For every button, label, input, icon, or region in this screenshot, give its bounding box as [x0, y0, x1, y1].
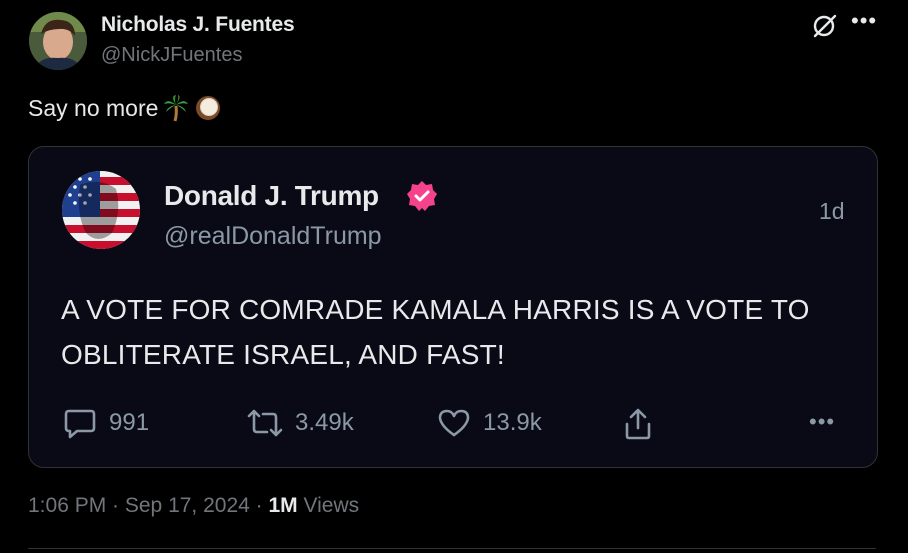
share-icon — [625, 408, 651, 440]
author-name[interactable]: Nicholas J. Fuentes — [101, 13, 295, 37]
author-handle[interactable]: @NickJFuentes — [101, 44, 242, 67]
palm-tree-icon — [162, 94, 190, 122]
quoted-author-avatar[interactable] — [62, 171, 140, 249]
heart-icon — [438, 409, 470, 437]
share-button[interactable] — [623, 407, 653, 441]
repost-button[interactable]: 3.49k — [247, 407, 354, 439]
quoted-post-text: A VOTE FOR COMRADE KAMALA HARRIS IS A VO… — [61, 294, 810, 370]
reply-button[interactable]: 991 — [63, 407, 149, 439]
post-text-body: Say no more — [28, 94, 159, 121]
quoted-author-name[interactable]: Donald J. Trump — [164, 180, 379, 212]
post-timestamp[interactable]: 1:06 PM · Sep 17, 2024 · — [28, 494, 268, 517]
quoted-more-options-icon[interactable]: ••• — [809, 409, 835, 435]
repost-count: 3.49k — [295, 409, 354, 436]
grok-icon[interactable] — [811, 13, 837, 39]
views-count: 1M — [268, 494, 298, 517]
post-metadata: 1:06 PM · Sep 17, 2024 · 1M Views — [28, 494, 359, 518]
more-options-icon[interactable]: ••• — [851, 8, 877, 34]
post-text: Say no more — [28, 94, 222, 122]
views-label: Views — [297, 494, 360, 517]
repost-icon — [247, 409, 283, 437]
reply-icon — [64, 409, 96, 439]
verified-badge-icon — [406, 180, 438, 212]
like-count: 13.9k — [483, 409, 542, 436]
quoted-post-card[interactable]: Donald J. Trump @realDonaldTrump 1d A VO… — [28, 146, 878, 468]
quoted-post-age: 1d — [819, 198, 845, 224]
divider — [28, 548, 876, 549]
author-avatar[interactable] — [29, 12, 87, 70]
quoted-author-handle[interactable]: @realDonaldTrump — [164, 222, 382, 251]
coconut-icon — [194, 94, 222, 122]
reply-count: 991 — [109, 409, 150, 436]
like-button[interactable]: 13.9k — [437, 407, 542, 439]
